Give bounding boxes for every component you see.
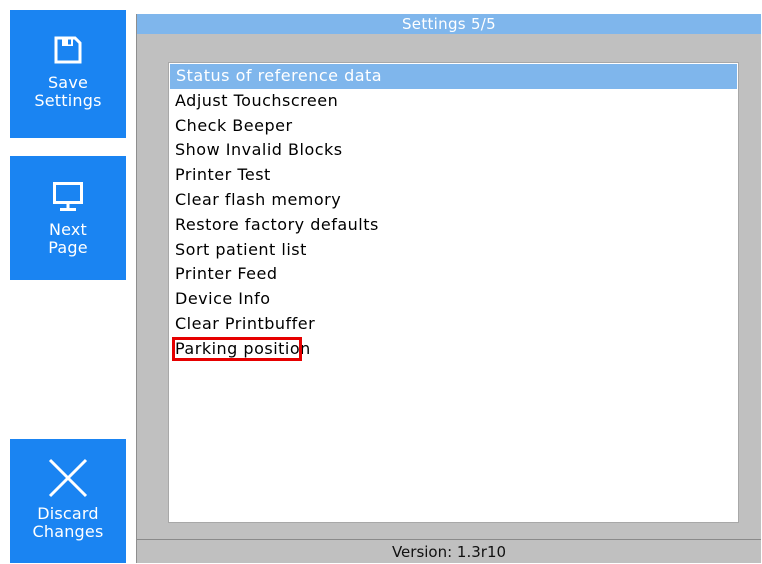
- list-item[interactable]: Printer Test: [169, 163, 738, 188]
- panel-title: Settings 5/5: [137, 14, 761, 34]
- list-item-label: Status of reference data: [176, 66, 383, 85]
- list-item-label: Printer Test: [175, 165, 271, 185]
- list-item[interactable]: Clear flash memory: [169, 188, 738, 213]
- list-item-label: Show Invalid Blocks: [175, 140, 343, 160]
- discard-changes-button[interactable]: Discard Changes: [10, 439, 126, 563]
- save-settings-label: Save Settings: [34, 73, 102, 110]
- list-item[interactable]: Check Beeper: [169, 114, 738, 139]
- list-item[interactable]: Printer Feed: [169, 262, 738, 287]
- list-item-label: Sort patient list: [175, 239, 307, 259]
- settings-list[interactable]: Status of reference data Adjust Touchscr…: [168, 62, 739, 523]
- list-item[interactable]: Parking position: [169, 336, 738, 362]
- list-item[interactable]: Clear Printbuffer: [169, 312, 738, 337]
- save-settings-button[interactable]: Save Settings: [10, 10, 126, 138]
- list-item-label: Clear Printbuffer: [175, 313, 316, 333]
- list-item-label: Restore factory defaults: [175, 214, 379, 234]
- floppy-disk-icon: [54, 36, 82, 68]
- list-item[interactable]: Show Invalid Blocks: [169, 138, 738, 163]
- list-item[interactable]: Status of reference data: [170, 64, 737, 89]
- list-item-label: Printer Feed: [175, 264, 278, 284]
- close-icon: [47, 457, 89, 503]
- next-page-button[interactable]: Next Page: [10, 156, 126, 280]
- list-item-label: Check Beeper: [175, 115, 293, 135]
- next-page-label: Next Page: [48, 220, 88, 257]
- monitor-icon: [53, 182, 83, 216]
- list-item[interactable]: Adjust Touchscreen: [169, 89, 738, 114]
- list-item[interactable]: Device Info: [169, 287, 738, 312]
- list-item-label: Parking position: [175, 338, 311, 358]
- discard-changes-label: Discard Changes: [32, 504, 104, 541]
- list-item[interactable]: Restore factory defaults: [169, 213, 738, 238]
- version-footer: Version: 1.3r10: [137, 539, 761, 563]
- list-item-label: Device Info: [175, 289, 271, 309]
- list-item-label: Clear flash memory: [175, 189, 342, 209]
- list-item-label: Adjust Touchscreen: [175, 90, 339, 110]
- list-item[interactable]: Sort patient list: [169, 238, 738, 263]
- settings-panel: Settings 5/5 Status of reference data Ad…: [136, 14, 761, 563]
